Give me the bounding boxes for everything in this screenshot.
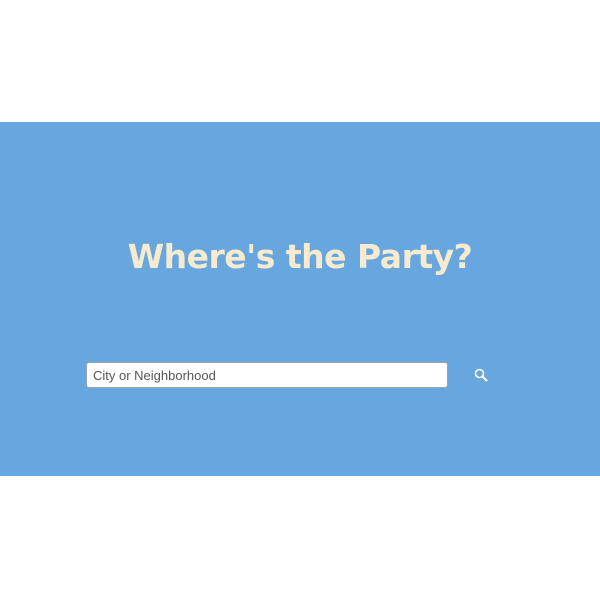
search-icon bbox=[474, 368, 488, 382]
hero-banner: Where's the Party? bbox=[0, 122, 600, 476]
page: Where's the Party? bbox=[0, 0, 600, 600]
page-title: Where's the Party? bbox=[127, 237, 473, 276]
search-input[interactable] bbox=[86, 362, 448, 388]
search-button[interactable] bbox=[470, 365, 492, 385]
